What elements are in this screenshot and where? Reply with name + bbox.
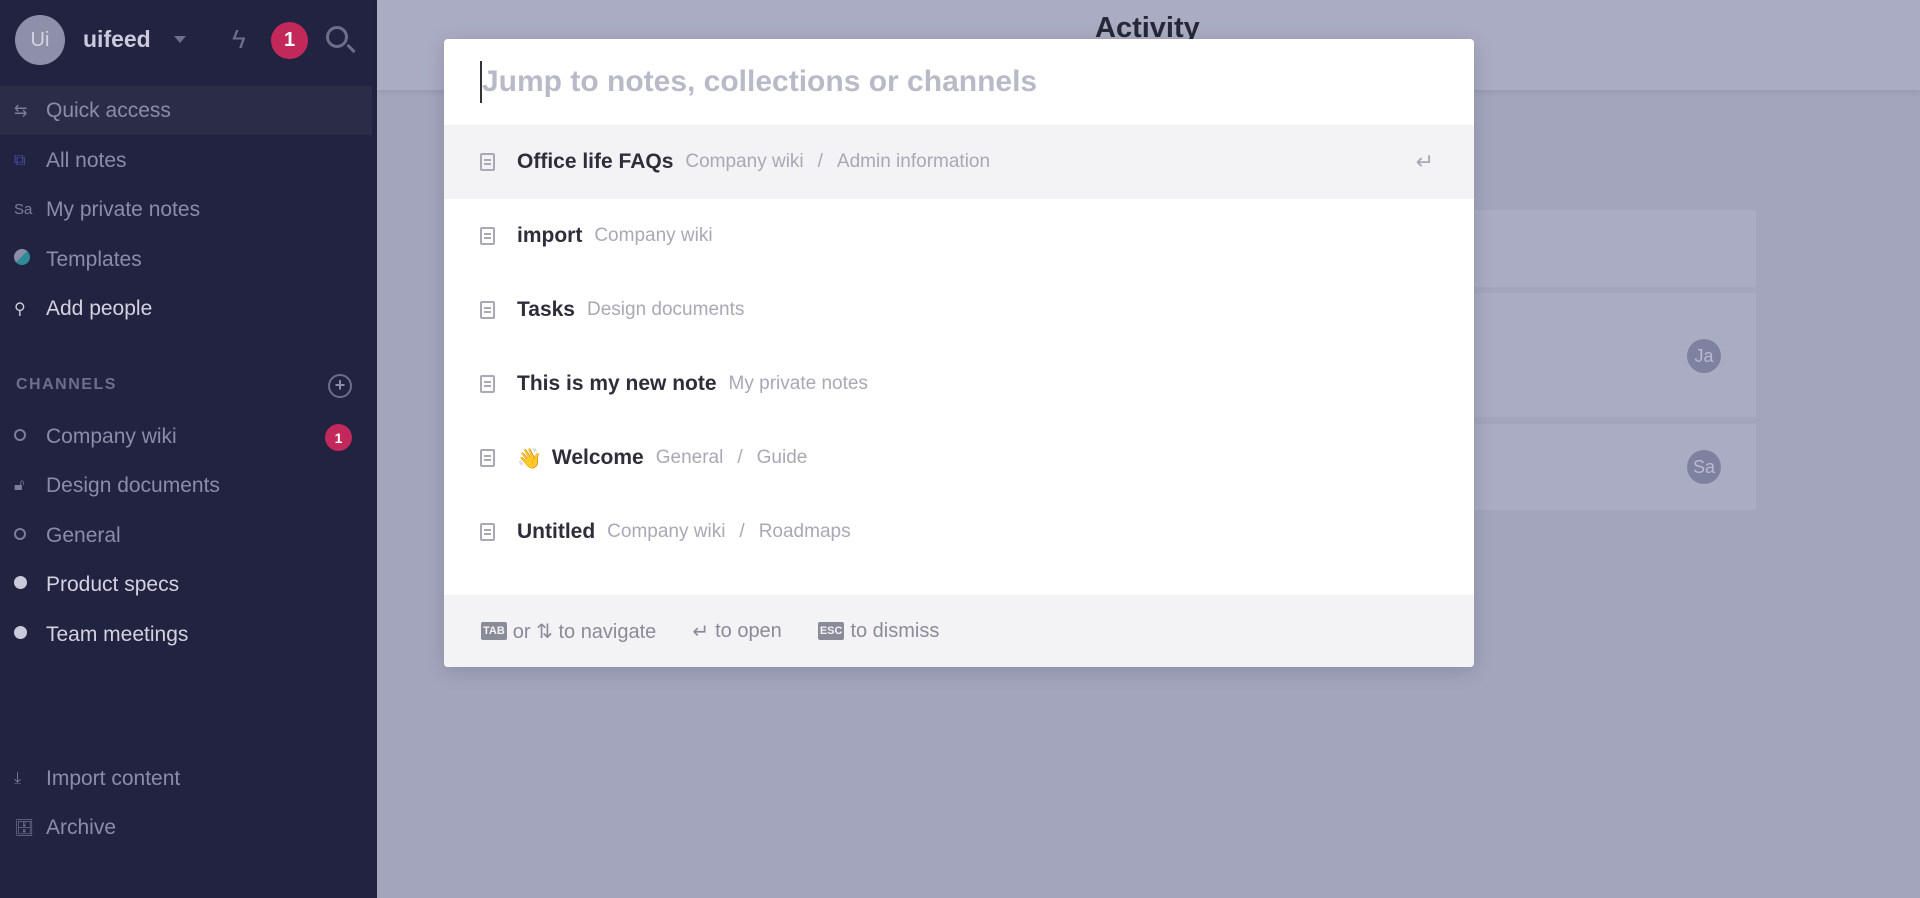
- wave-emoji-icon: 👋: [517, 447, 542, 470]
- channel-filled-dot-icon: [0, 625, 46, 644]
- lock-icon: 🔓︎: [14, 476, 25, 494]
- result-item[interactable]: import Company wiki: [444, 199, 1474, 273]
- sidebar-item-templates[interactable]: Templates: [0, 235, 372, 284]
- enter-icon: ↵: [1415, 149, 1434, 174]
- sidebar-item-archive[interactable]: 🗄︎ Archive: [0, 803, 372, 852]
- sidebar-item-add-people[interactable]: ⚲ Add people: [0, 284, 372, 333]
- modal-footer-hints: TAB or ⇅ to navigate ↵ to open ESC to dismi…: [444, 595, 1474, 667]
- document-icon: [480, 227, 495, 245]
- search-icon[interactable]: [326, 26, 348, 48]
- swap-arrows-icon: ⇆: [14, 102, 28, 120]
- channel-design-documents[interactable]: 🔓︎ Design documents: [0, 461, 372, 510]
- download-icon: ⤓: [14, 769, 22, 787]
- channels-heading: CHANNELS: [16, 376, 117, 393]
- user-initials-icon: Sa: [14, 201, 33, 218]
- tab-key-icon: TAB: [481, 622, 507, 640]
- lightning-icon[interactable]: ϟ: [232, 24, 246, 55]
- document-icon: [480, 301, 495, 319]
- add-person-icon: ⚲: [14, 300, 26, 318]
- result-item[interactable]: Office life FAQs Company wiki / Admin info…: [444, 125, 1474, 199]
- archive-icon: 🗄︎: [14, 819, 35, 837]
- channel-team-meetings[interactable]: Team meetings: [0, 610, 372, 659]
- channel-circle-icon: [0, 527, 46, 545]
- channel-unread-badge: 1: [325, 424, 352, 451]
- workspace-name[interactable]: uifeed: [83, 26, 151, 53]
- notification-badge[interactable]: 1: [271, 22, 308, 59]
- channel-company-wiki[interactable]: Company wiki: [0, 412, 372, 461]
- document-icon: [480, 375, 495, 393]
- channel-general[interactable]: General: [0, 511, 372, 560]
- chevron-down-icon[interactable]: [174, 36, 186, 43]
- jump-search-input[interactable]: [480, 61, 1380, 103]
- result-item[interactable]: Untitled Company wiki / Roadmaps: [444, 495, 1474, 569]
- sidebar-item-import-content[interactable]: ⤓ Import content: [0, 754, 372, 803]
- sidebar-item-my-private-notes[interactable]: Sa My private notes: [0, 185, 372, 234]
- add-channel-icon[interactable]: +: [328, 374, 352, 398]
- result-item[interactable]: 👋 Welcome General / Guide: [444, 421, 1474, 495]
- template-circle-icon: [0, 249, 46, 270]
- avatar: Ja: [1687, 339, 1721, 373]
- avatar: Sa: [1687, 450, 1721, 484]
- sidebar-item-quick-access[interactable]: ⇆ Quick access: [0, 86, 372, 135]
- result-item[interactable]: This is my new note My private notes: [444, 347, 1474, 421]
- notes-stack-icon: ⧉: [14, 151, 26, 169]
- channel-filled-dot-icon: [0, 575, 46, 594]
- quick-jump-modal: Office life FAQs Company wiki/Admin info…: [444, 39, 1474, 667]
- sidebar-item-all-notes[interactable]: ⧉ All notes: [0, 136, 372, 185]
- result-item[interactable]: Tasks Design documents: [444, 273, 1474, 347]
- esc-key-icon: ESC: [817, 622, 845, 640]
- enter-icon: ↵: [692, 620, 710, 643]
- activity-card[interactable]: [1474, 210, 1756, 287]
- sidebar: Ui uifeed ϟ 1 ⇆ Quick access ⧉ All notes S…: [0, 0, 377, 898]
- document-icon: [480, 449, 495, 467]
- workspace-avatar[interactable]: Ui: [15, 15, 65, 65]
- channel-product-specs[interactable]: Product specs: [0, 560, 372, 609]
- channel-circle-icon: [0, 428, 46, 446]
- document-icon: [480, 523, 495, 541]
- document-icon: [480, 153, 495, 171]
